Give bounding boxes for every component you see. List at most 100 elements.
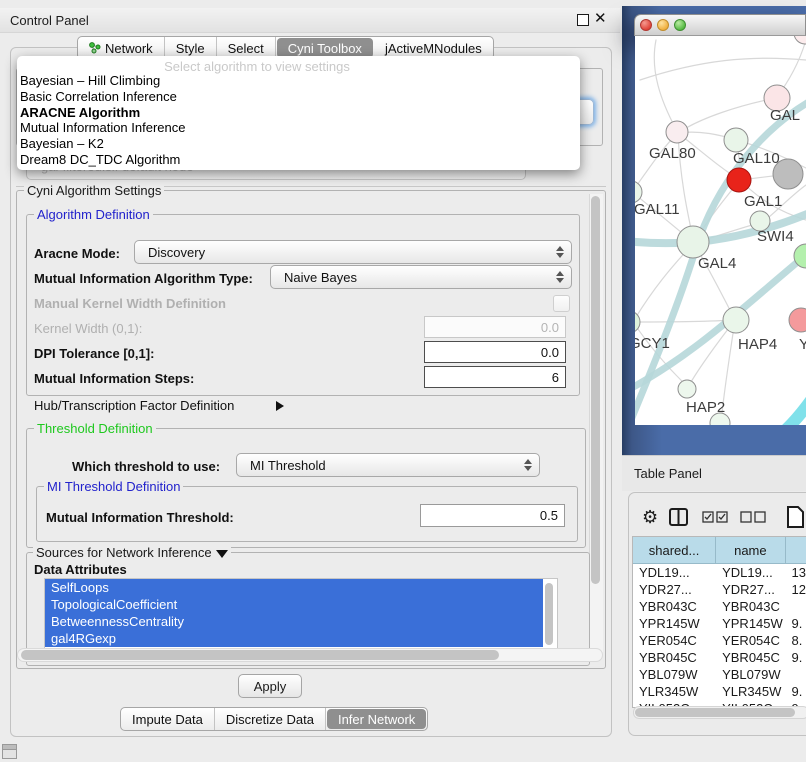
manual-kernel-checkbox[interactable] (553, 295, 570, 312)
mi-threshold-value: 0.5 (540, 508, 558, 523)
network-node-label: SWI4 (757, 228, 794, 245)
table-row[interactable]: YLR345WYLR345W9. (633, 683, 806, 700)
file-icon[interactable] (786, 505, 804, 529)
table-row[interactable]: YBR043CYBR043C (633, 598, 806, 615)
hub-expand-arrow-icon[interactable] (276, 399, 284, 414)
network-edge (764, 396, 806, 425)
table-cell: YDR27... (633, 581, 716, 598)
tab-cyni-toolbox[interactable]: Cyni Toolbox (277, 38, 373, 58)
network-node-label: GAL10 (733, 150, 780, 167)
network-node-gal4[interactable] (677, 226, 709, 258)
network-node-gal10[interactable] (724, 128, 748, 152)
close-traffic-light-icon[interactable] (640, 19, 652, 31)
table-cell (786, 666, 806, 683)
algorithm-option[interactable]: ARACNE Algorithm (20, 105, 140, 120)
tab-label: jActiveMNodules (385, 41, 482, 56)
network-node-gal80[interactable] (666, 121, 688, 143)
table-row[interactable]: YBR045CYBR045C9. (633, 649, 806, 666)
algorithm-option[interactable]: Bayesian – Hill Climbing (20, 73, 160, 88)
stepper-icon (524, 459, 532, 471)
gear-icon[interactable]: ⚙ (642, 507, 658, 528)
dpi-tolerance-value: 0.0 (541, 345, 559, 360)
close-icon[interactable]: ✕ (594, 9, 607, 27)
stepper-icon (556, 246, 564, 258)
mi-type-value: Naive Bayes (284, 270, 357, 285)
network-icon (89, 42, 101, 54)
table-row[interactable]: YDL19...YDL19...13 (633, 564, 806, 581)
which-threshold-combo[interactable]: MI Threshold (236, 453, 540, 477)
network-node-label: Y (799, 336, 806, 353)
tab-label: Discretize Data (226, 712, 314, 727)
algorithm-dropdown-placeholder: Select algorithm to view settings (17, 59, 497, 74)
node-table[interactable]: shared...name YDL19...YDL19...13YDR27...… (632, 536, 806, 708)
table-horizontal-scrollbar-thumb[interactable] (635, 708, 795, 717)
list-scrollbar-thumb[interactable] (545, 583, 553, 645)
column-header[interactable] (786, 537, 806, 564)
table-cell: 12 (786, 581, 806, 598)
table-header-row: shared...name (633, 537, 806, 564)
settings-horizontal-scrollbar-thumb[interactable] (21, 650, 499, 660)
mi-threshold-label: Mutual Information Threshold: (46, 510, 234, 525)
network-window-titlebar[interactable] (634, 14, 806, 36)
float-window-icon[interactable] (577, 14, 589, 26)
network-node-label: GAL80 (649, 145, 696, 162)
table-cell: 9. (786, 615, 806, 632)
tab-label: Cyni Toolbox (288, 41, 362, 56)
zoom-traffic-light-icon[interactable] (674, 19, 686, 31)
attribute-list-item[interactable]: BetweennessCentrality (45, 613, 543, 630)
table-row[interactable]: YPR145WYPR145W9. (633, 615, 806, 632)
attribute-list-item[interactable]: gal4RGexp (45, 630, 543, 647)
network-node-y[interactable] (789, 308, 806, 332)
which-threshold-value: MI Threshold (250, 458, 326, 473)
dock-window-icon[interactable] (2, 744, 17, 759)
table-cell: 8. (786, 632, 806, 649)
attribute-list-item[interactable]: SelfLoops (45, 579, 543, 596)
table-panel-title: Table Panel (634, 466, 702, 481)
data-attributes-label: Data Attributes (34, 562, 127, 577)
tab-impute-data[interactable]: Impute Data (121, 708, 215, 730)
mi-steps-field[interactable]: 6 (424, 366, 566, 388)
table-cell: YPR145W (633, 615, 716, 632)
algorithm-definition-legend: Algorithm Definition (34, 207, 153, 222)
table-row[interactable]: YBL079WYBL079W (633, 666, 806, 683)
network-node-hap2[interactable] (678, 380, 696, 398)
network-node-label: GAL1 (744, 193, 782, 210)
application-root: Control Panel ✕ NetworkStyleSelectCyni T… (0, 0, 806, 762)
collapse-arrow-icon[interactable] (216, 550, 228, 558)
network-node-label: GAL4 (698, 255, 736, 272)
table-row[interactable]: YER054CYER054C8. (633, 632, 806, 649)
table-cell: 13 (786, 564, 806, 581)
settings-vertical-scrollbar-thumb[interactable] (591, 196, 600, 584)
aracne-mode-combo[interactable]: Discovery (134, 240, 572, 264)
table-cell: YDR27... (716, 581, 785, 598)
deselect-all-icon[interactable] (740, 510, 768, 524)
network-node-label: HAP4 (738, 336, 777, 353)
table-cell: YBR043C (716, 598, 785, 615)
tab-discretize-data[interactable]: Discretize Data (215, 708, 326, 730)
network-node-gcy1[interactable] (635, 311, 640, 333)
split-columns-icon[interactable] (668, 507, 690, 527)
mi-steps-label: Mutual Information Steps: (34, 371, 194, 386)
attribute-list-item[interactable]: TopologicalCoefficient (45, 596, 543, 613)
select-all-checks-icon[interactable] (702, 510, 730, 524)
network-view-canvas[interactable]: GALGAL80GAL10GAL1GAL11SWI4GAL4GCY1HAP4YH… (635, 36, 806, 425)
apply-button[interactable]: Apply (238, 674, 302, 698)
column-header[interactable]: name (716, 537, 785, 564)
algorithm-option[interactable]: Mutual Information Inference (20, 120, 185, 135)
minimize-traffic-light-icon[interactable] (657, 19, 669, 31)
kernel-width-field[interactable]: 0.0 (424, 316, 566, 338)
stepper-icon (556, 271, 564, 283)
mi-threshold-field[interactable]: 0.5 (420, 504, 565, 527)
column-header[interactable]: shared... (633, 537, 716, 564)
network-node[interactable] (794, 36, 806, 44)
network-node-gal1[interactable] (727, 168, 751, 192)
dpi-tolerance-field[interactable]: 0.0 (424, 341, 566, 363)
algorithm-option[interactable]: Basic Correlation Inference (20, 89, 177, 104)
algorithm-option[interactable]: Dream8 DC_TDC Algorithm (20, 152, 180, 167)
table-cell: YDL19... (716, 564, 785, 581)
network-node-hap4[interactable] (723, 307, 749, 333)
table-row[interactable]: YDR27...YDR27...12 (633, 581, 806, 598)
algorithm-option[interactable]: Bayesian – K2 (20, 136, 104, 151)
tab-infer-network[interactable]: Infer Network (327, 709, 426, 729)
mi-type-combo[interactable]: Naive Bayes (270, 265, 572, 289)
